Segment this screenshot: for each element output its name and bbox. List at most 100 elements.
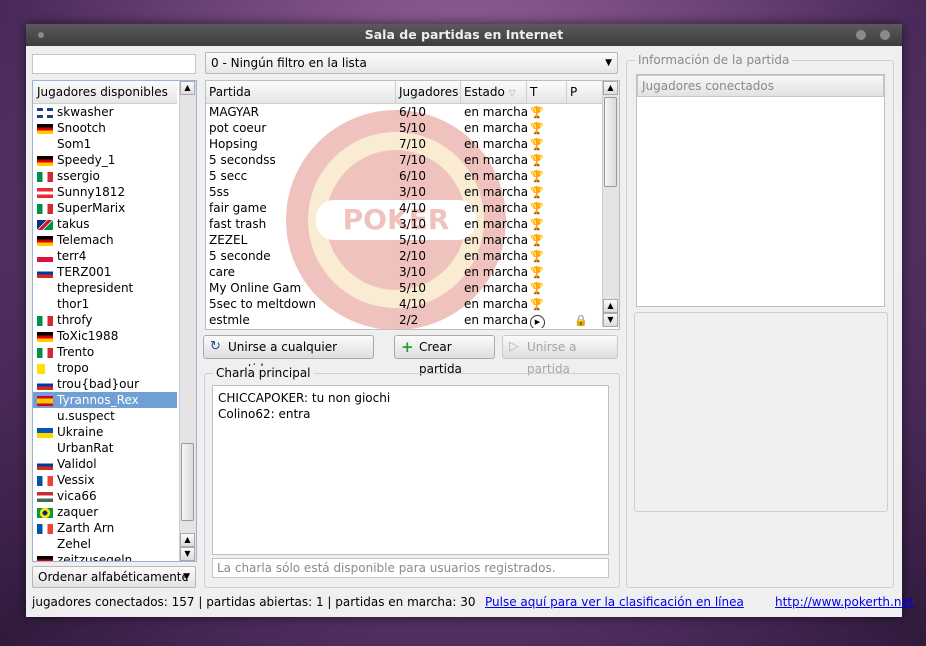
player-row[interactable]: TERZ001 [33,264,177,280]
player-row[interactable]: tropo [33,360,177,376]
player-name: Telemach [57,233,114,247]
game-row[interactable]: estmle 2/2 en marcha ▶ 🔒 [206,312,619,328]
game-row[interactable]: 5 secondss 7/10 en marcha 🏆 [206,152,619,168]
col-partida[interactable]: Partida [206,81,396,103]
player-row[interactable]: Sunny1812 [33,184,177,200]
game-name: MAGYAR [209,105,259,119]
player-name: Validol [57,457,97,471]
player-row[interactable]: Tyrannos_Rex [33,392,177,408]
scroll-up-icon[interactable]: ▲ [603,81,618,95]
game-type-cell: 🏆 [527,120,567,136]
player-row[interactable]: Ukraine [33,424,177,440]
game-table[interactable]: POKER Partida Jugadores Estado ▽ T P MAG… [205,80,620,330]
player-name: vica66 [57,489,97,503]
player-row[interactable]: takus [33,216,177,232]
chat-input[interactable]: La charla sólo está disponible para usua… [212,558,609,578]
player-search-input[interactable] [32,54,196,74]
scroll-up-icon[interactable]: ▲ [180,533,195,547]
player-row[interactable]: vica66 [33,488,177,504]
player-name: ToXic1988 [57,329,119,343]
game-row[interactable]: 5sec to meltdown 4/10 en marcha 🏆 [206,296,619,312]
create-game-button[interactable]: + Crear partida [394,335,495,376]
player-row[interactable]: trou{bad}our [33,376,177,392]
player-row[interactable]: thor1 [33,296,177,312]
player-list-scrollbar[interactable]: ▲ ▲ ▼ [179,81,196,561]
sort-dropdown[interactable]: Ordenar alfabéticamente ▼ [32,566,196,588]
player-row[interactable]: thepresident [33,280,177,296]
game-row[interactable]: MAGYAR 6/10 en marcha 🏆 [206,104,619,120]
player-row[interactable]: UrbanRat [33,440,177,456]
game-players: 5/10 [399,233,426,247]
lock-icon: 🔒 [574,314,588,327]
player-row[interactable]: zeitzusegeln [33,552,177,561]
game-row[interactable]: 5 secc 6/10 en marcha 🏆 [206,168,619,184]
player-row[interactable]: ToXic1988 [33,328,177,344]
flag-it-icon [37,348,53,358]
game-filter-dropdown[interactable]: 0 - Ningún filtro en la lista ▼ [205,52,618,74]
game-password-cell [567,184,603,200]
player-row[interactable]: zaquer [33,504,177,520]
minimize-icon[interactable] [856,30,866,40]
connected-players-list[interactable]: Jugadores conectados [636,74,885,307]
player-name: skwasher [57,105,114,119]
player-row[interactable]: Vessix [33,472,177,488]
game-row[interactable]: 5 seconde 2/10 en marcha 🏆 [206,248,619,264]
scroll-down-icon[interactable]: ▼ [180,547,195,561]
game-password-cell [567,152,603,168]
player-row[interactable]: skwasher [33,104,177,120]
player-row[interactable]: throfy [33,312,177,328]
player-row[interactable]: ssergio [33,168,177,184]
join-any-game-button[interactable]: ↻ Unirse a cualquier partida [203,335,374,376]
player-row[interactable]: Zarth Arn [33,520,177,536]
player-list[interactable]: Jugadores disponibles skwasher Snootch Som… [32,80,197,562]
ranking-link[interactable]: Pulse aquí para ver la clasificación en … [485,595,744,609]
window-title: Sala de partidas en Internet [364,27,564,42]
game-type-cell: 🏆 [527,168,567,184]
col-jugadores[interactable]: Jugadores [396,81,461,103]
game-state: en marcha [464,153,527,167]
game-state: en marcha [464,313,527,327]
game-row[interactable]: ZEZEL 5/10 en marcha 🏆 [206,232,619,248]
col-p[interactable]: P [567,81,603,103]
player-row[interactable]: SuperMarix [33,200,177,216]
game-row[interactable]: pot coeur 5/10 en marcha 🏆 [206,120,619,136]
game-type-cell: 🏆 [527,216,567,232]
game-row[interactable]: care 3/10 en marcha 🏆 [206,264,619,280]
player-row[interactable]: Validol [33,456,177,472]
player-row[interactable]: Som1 [33,136,177,152]
game-players: 7/10 [399,153,426,167]
chat-log: CHICCAPOKER: tu non giochi Colino62: ent… [212,385,609,555]
game-name: 5 secc [209,169,248,183]
player-name: terr4 [57,249,87,263]
player-row[interactable]: Trento [33,344,177,360]
col-t[interactable]: T [527,81,567,103]
player-name: ssergio [57,169,100,183]
game-row[interactable]: My Online Gam 5/10 en marcha 🏆 [206,280,619,296]
player-row[interactable]: Telemach [33,232,177,248]
scroll-thumb[interactable] [181,443,194,521]
maximize-icon[interactable] [880,30,890,40]
game-type-cell: 🏆 [527,200,567,216]
trophy-icon: 🏆 [530,122,544,135]
player-row[interactable]: u.suspect [33,408,177,424]
game-type-cell: 🏆 [527,232,567,248]
game-name: fast trash [209,217,267,231]
game-row[interactable]: Hopsing 7/10 en marcha 🏆 [206,136,619,152]
player-row[interactable]: Speedy_1 [33,152,177,168]
window-menu-icon[interactable] [38,32,44,38]
join-game-label: Unirse a partida [527,340,577,376]
flag-de-icon [37,156,53,166]
col-estado[interactable]: Estado ▽ [461,81,527,103]
website-link[interactable]: http://www.pokerth.net [775,595,914,609]
flag-it-icon [37,204,53,214]
game-type-cell: 🏆 [527,152,567,168]
game-row[interactable]: fast trash 3/10 en marcha 🏆 [206,216,619,232]
join-game-button[interactable]: ▷ Unirse a partida [502,335,618,376]
scroll-up-icon[interactable]: ▲ [180,81,195,95]
player-row[interactable]: Zehel [33,536,177,552]
game-row[interactable]: fair game 4/10 en marcha 🏆 [206,200,619,216]
player-row[interactable]: terr4 [33,248,177,264]
game-row[interactable]: 5ss 3/10 en marcha 🏆 [206,184,619,200]
player-row[interactable]: Snootch [33,120,177,136]
player-list-header[interactable]: Jugadores disponibles [33,81,177,104]
